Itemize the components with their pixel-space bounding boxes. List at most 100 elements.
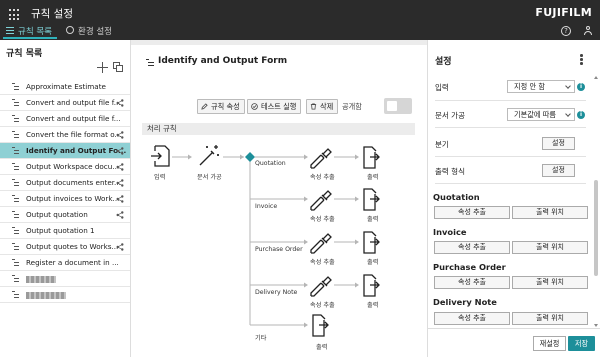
rule-icon xyxy=(12,115,19,122)
rule-list: Approximate Estimate Convert and output f… xyxy=(0,79,130,303)
rule-icon xyxy=(12,83,19,90)
rule-list-item[interactable]: Output quotation 1 xyxy=(0,223,130,239)
divider xyxy=(435,183,586,184)
active-tab-indicator xyxy=(3,37,57,39)
extract-label: 속성 추출 xyxy=(310,302,335,309)
info-icon[interactable]: i xyxy=(577,111,585,119)
processing-select[interactable]: 기본값에 따름 xyxy=(507,108,575,121)
extract-label: 속성 추출 xyxy=(310,259,335,266)
output-label: 출력 xyxy=(367,302,379,309)
add-rule-icon[interactable] xyxy=(97,62,108,73)
rule-icon xyxy=(12,227,19,234)
rule-list-item-label xyxy=(26,274,56,283)
rule-list-item-label: Convert the file format o... xyxy=(26,130,122,139)
redacted-text xyxy=(26,275,56,283)
share-icon xyxy=(116,179,124,187)
scroll-up-icon[interactable] xyxy=(594,76,598,79)
divider xyxy=(435,156,586,157)
apps-grid-icon[interactable] xyxy=(9,9,21,21)
rule-list-item[interactable]: Output invoices to Work... xyxy=(0,191,130,207)
info-icon[interactable]: i xyxy=(577,83,585,91)
processing-select-value: 기본값에 따름 xyxy=(514,110,556,119)
group-title: Quotation xyxy=(433,192,480,202)
scrollbar-thumb[interactable] xyxy=(594,180,598,276)
rule-list-item-label: Output invoices to Work... xyxy=(26,194,120,203)
branch-name: 기타 xyxy=(255,335,267,342)
rule-list-item[interactable]: Identify and Output Fo... xyxy=(0,143,130,159)
output-label: 출력 xyxy=(367,174,379,181)
rule-list-item-label: Output quotation 1 xyxy=(26,226,95,235)
rule-list-item-label: Output quotation xyxy=(26,210,88,219)
share-icon xyxy=(116,243,124,251)
rule-icon xyxy=(12,259,19,266)
share-icon xyxy=(116,163,124,171)
branch-name: Quotation xyxy=(255,160,286,167)
input-select[interactable]: 지정 안 함 xyxy=(507,80,575,93)
rule-list-item[interactable]: Output documents enter... xyxy=(0,175,130,191)
rule-editor: Identify and Output Form 규칙 속성 테스트 실행 삭제… xyxy=(131,40,427,357)
divider xyxy=(435,127,586,128)
rule-list-item[interactable] xyxy=(0,271,130,287)
flow-input-label: 입력 xyxy=(154,174,166,181)
rule-list-item-label: Output documents enter... xyxy=(26,178,121,187)
rule-list-item[interactable]: Output Workspace docu... xyxy=(0,159,130,175)
rule-list-item-label: Register a document in ... xyxy=(26,258,119,267)
extract-attributes-button[interactable]: 속성 추출 xyxy=(434,276,510,289)
share-icon xyxy=(116,99,124,107)
branch-setting-label: 분기 xyxy=(435,140,449,149)
input-node-icon[interactable] xyxy=(151,145,170,167)
rule-list-item[interactable]: Output quotes to Works... xyxy=(0,239,130,255)
branch-settings-button[interactable]: 설정 xyxy=(542,137,575,150)
rule-list-item[interactable]: Register a document in ... xyxy=(0,255,130,271)
output-location-button[interactable]: 출력 위치 xyxy=(512,206,588,219)
rule-list-panel: 규칙 목록 Approximate Estimate Convert and ou… xyxy=(0,40,131,357)
rule-icon xyxy=(12,211,19,218)
reset-button[interactable]: 재설정 xyxy=(533,336,566,351)
top-bar: 규칙 설정 FUJIFILM 규칙 목록 환경 설정 ? xyxy=(0,0,600,40)
rule-list-item[interactable]: Convert and output file f... xyxy=(0,111,130,127)
redacted-text xyxy=(26,291,66,299)
user-icon[interactable] xyxy=(583,26,593,36)
extract-label: 속성 추출 xyxy=(310,216,335,223)
extract-attributes-button[interactable]: 속성 추출 xyxy=(434,206,510,219)
branch-diamond-icon[interactable] xyxy=(245,152,255,162)
help-icon[interactable]: ? xyxy=(561,26,571,36)
rule-list-item[interactable]: Output quotation xyxy=(0,207,130,223)
scroll-down-icon[interactable] xyxy=(594,324,598,327)
share-icon xyxy=(116,195,124,203)
branch-name: Invoice xyxy=(255,203,278,210)
pipette-icon xyxy=(310,233,332,254)
magic-wand-icon[interactable] xyxy=(199,145,219,166)
copy-rule-icon[interactable] xyxy=(113,62,124,73)
more-options-icon[interactable] xyxy=(580,54,583,65)
extract-attributes-button[interactable]: 속성 추출 xyxy=(434,241,510,254)
rule-list-item[interactable]: Approximate Estimate xyxy=(0,79,130,95)
rule-list-item-label: Identify and Output Fo... xyxy=(26,146,127,155)
output-doc-icon xyxy=(363,231,380,254)
chevron-down-icon xyxy=(565,83,571,89)
tab-environment-settings-label: 환경 설정 xyxy=(78,27,112,37)
save-button[interactable]: 저장 xyxy=(568,336,595,351)
share-icon xyxy=(116,211,124,219)
extract-attributes-button[interactable]: 속성 추출 xyxy=(434,312,510,325)
flow-classify-label: 문서 가공 xyxy=(197,174,222,181)
rule-icon xyxy=(12,195,19,202)
extract-label: 속성 추출 xyxy=(310,174,335,181)
settings-panel: 설정 입력 지정 안 함 i 문서 가공 기본값에 따름 i 분기 설정 출력 … xyxy=(427,40,600,357)
rule-icon xyxy=(12,179,19,186)
group-title: Invoice xyxy=(433,227,467,237)
rule-list-item[interactable]: Convert and output file f... xyxy=(0,95,130,111)
output-format-settings-button[interactable]: 설정 xyxy=(542,164,575,177)
rule-list-item[interactable]: Convert the file format o... xyxy=(0,127,130,143)
input-select-value: 지정 안 함 xyxy=(514,82,546,91)
tab-rule-list[interactable]: 규칙 목록 xyxy=(3,24,57,39)
output-location-button[interactable]: 출력 위치 xyxy=(512,276,588,289)
output-location-button[interactable]: 출력 위치 xyxy=(512,241,588,254)
rule-list-item[interactable] xyxy=(0,287,130,303)
output-doc-icon xyxy=(363,274,380,297)
output-location-button[interactable]: 출력 위치 xyxy=(512,312,588,325)
settings-title: 설정 xyxy=(435,57,452,67)
settings-scrollbar[interactable] xyxy=(594,76,599,328)
branch-name: Delivery Note xyxy=(255,289,298,296)
rule-icon xyxy=(12,163,19,170)
